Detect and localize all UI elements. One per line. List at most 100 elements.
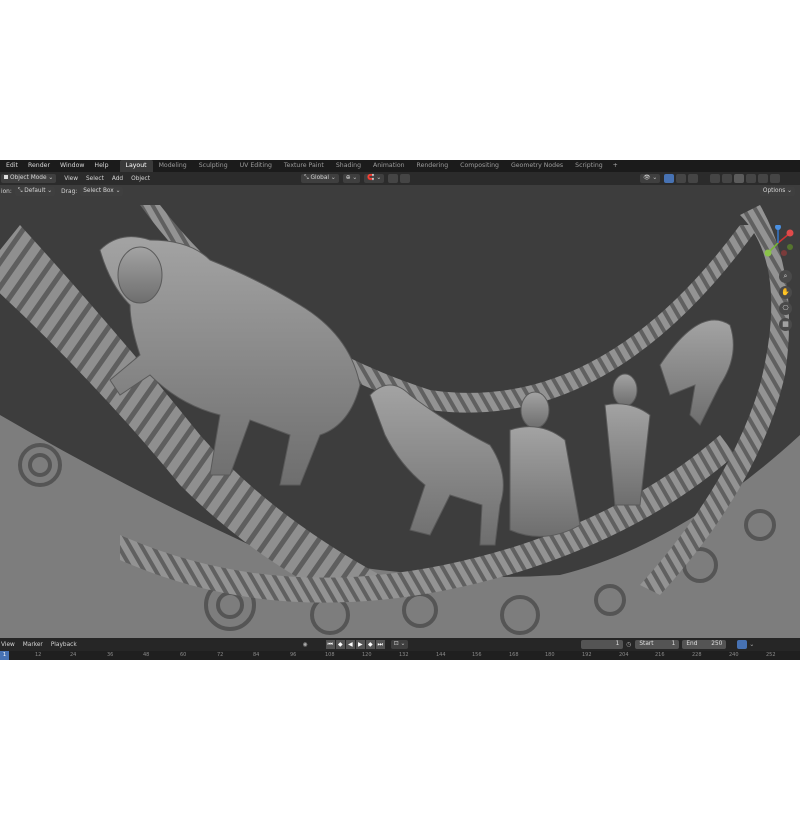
ruler-tick: 12 — [35, 652, 42, 658]
jump-start-icon[interactable]: ⏮ — [325, 640, 335, 649]
ruler-tick: 168 — [509, 652, 519, 658]
sync-chevron-icon[interactable]: ⌄ — [749, 642, 754, 648]
start-label: Start — [639, 641, 654, 647]
orientation-value: Default — [24, 188, 46, 194]
ruler-tick: 96 — [290, 652, 297, 658]
options-dropdown[interactable]: Options ⌄ — [759, 187, 795, 196]
snap-icon: 🧲 — [367, 175, 375, 181]
menu-object[interactable]: Object — [127, 176, 154, 182]
object-mode-icon — [4, 175, 8, 179]
prev-keyframe-icon[interactable]: ◆ — [335, 640, 345, 649]
menu-help[interactable]: Help — [89, 160, 113, 172]
snap-dropdown[interactable]: 🧲 ⌄ — [364, 174, 385, 183]
top-menu-bar: Edit Render Window Help Layout Modeling … — [0, 160, 800, 172]
wireframe-shading-button[interactable] — [722, 174, 733, 183]
tab-animation[interactable]: Animation — [367, 160, 411, 172]
play-reverse-icon[interactable]: ◀ — [345, 640, 355, 649]
transform-orientation-dropdown[interactable]: ⤡ Global ⌄ — [301, 174, 339, 183]
pivot-icon: ⊕ — [345, 175, 351, 181]
playhead[interactable]: 1 — [0, 651, 9, 660]
perspective-grid-icon[interactable]: ▦ — [779, 318, 792, 331]
y-axis-dot[interactable] — [764, 249, 772, 257]
ruler-tick: 108 — [325, 652, 335, 658]
navigation-gizmo[interactable] — [762, 225, 794, 261]
ruler-tick: 120 — [362, 652, 372, 658]
start-frame-field[interactable]: Start 1 — [635, 640, 680, 649]
start-value: 1 — [671, 641, 676, 647]
ruler-tick: 24 — [70, 652, 77, 658]
menu-select[interactable]: Select — [82, 176, 108, 182]
neg-y-axis-dot[interactable] — [787, 244, 793, 250]
keying-icon: ⊡ — [393, 641, 399, 647]
rendered-shading-button[interactable] — [758, 174, 769, 183]
solid-shading-button[interactable] — [734, 174, 745, 183]
tab-shading[interactable]: Shading — [330, 160, 367, 172]
tab-modeling[interactable]: Modeling — [153, 160, 193, 172]
material-shading-button[interactable] — [746, 174, 757, 183]
gizmo-toggle-button[interactable] — [664, 174, 675, 183]
sync-toggle[interactable] — [737, 640, 748, 649]
blender-window: Edit Render Window Help Layout Modeling … — [0, 160, 800, 660]
xray-toggle-button[interactable] — [710, 174, 721, 183]
ruler-tick: 132 — [399, 652, 409, 658]
mode-dropdown[interactable]: Object Mode ⌄ — [1, 174, 57, 183]
neg-x-axis-dot[interactable] — [781, 250, 787, 256]
tab-compositing[interactable]: Compositing — [454, 160, 505, 172]
pan-hand-icon[interactable]: ✋ — [779, 286, 792, 299]
zoom-icon[interactable]: ⌕ — [779, 270, 792, 283]
eye-icon: 👁 — [643, 175, 651, 181]
timeline-editor: View Marker Playback ◉ ⏮ ◆ ◀ ▶ ◆ ⏭ ⊡ ⌄ 1 ◷ St… — [0, 638, 800, 660]
timeline-header: View Marker Playback ◉ ⏮ ◆ ◀ ▶ ◆ ⏭ ⊡ ⌄ 1 ◷ St… — [0, 638, 800, 651]
menu-window[interactable]: Window — [55, 160, 89, 172]
ruler-tick: 228 — [692, 652, 702, 658]
tab-layout[interactable]: Layout — [119, 160, 153, 172]
end-frame-field[interactable]: End 250 — [682, 640, 727, 649]
ruler-tick: 240 — [729, 652, 739, 658]
camera-icon[interactable]: ⎔ — [779, 302, 792, 315]
workspace-tabs: Layout Modeling Sculpting UV Editing Tex… — [119, 160, 622, 172]
visibility-dropdown[interactable]: 👁 ⌄ — [640, 174, 661, 183]
shading-options-dropdown[interactable] — [770, 174, 781, 183]
pivot-point-dropdown[interactable]: ⊕ ⌄ — [342, 174, 361, 183]
orientation-prefix: ion: — [1, 188, 12, 195]
ruler-tick: 252 — [766, 652, 776, 658]
gizmo-dropdown[interactable] — [676, 174, 687, 183]
orientation-dropdown[interactable]: ⤡ Default ⌄ — [14, 187, 56, 196]
frame-ruler[interactable]: 1 12 24 36 48 60 72 84 96 108 120 132 14… — [0, 651, 800, 660]
play-icon[interactable]: ▶ — [355, 640, 365, 649]
overlay-toggle-button[interactable] — [688, 174, 699, 183]
ruler-tick: 156 — [472, 652, 482, 658]
current-frame-field[interactable]: 1 — [581, 640, 624, 649]
tab-uv-editing[interactable]: UV Editing — [234, 160, 278, 172]
timeline-menu-playback[interactable]: Playback — [47, 642, 81, 648]
tab-rendering[interactable]: Rendering — [411, 160, 455, 172]
end-value: 250 — [711, 641, 723, 647]
timeline-menu-view[interactable]: View — [0, 642, 19, 648]
3d-viewport[interactable]: ⌕ ✋ ⎔ ▦ — [0, 185, 800, 638]
tab-texture-paint[interactable]: Texture Paint — [278, 160, 330, 172]
tab-geometry-nodes[interactable]: Geometry Nodes — [505, 160, 569, 172]
record-icon[interactable]: ◉ — [303, 642, 308, 648]
ruler-tick: 60 — [180, 652, 187, 658]
x-axis-dot[interactable] — [786, 229, 794, 237]
z-axis-dot[interactable] — [775, 225, 781, 230]
sculpt-mesh-render — [0, 185, 800, 638]
tab-sculpting[interactable]: Sculpting — [193, 160, 234, 172]
clock-icon: ◷ — [626, 641, 632, 648]
proportional-edit-button[interactable] — [388, 174, 399, 183]
proportional-falloff-button[interactable] — [400, 174, 411, 183]
keying-dropdown[interactable]: ⊡ ⌄ — [390, 640, 409, 649]
ruler-tick: 192 — [582, 652, 592, 658]
menu-add[interactable]: Add — [108, 176, 127, 182]
menu-edit[interactable]: Edit — [0, 160, 23, 172]
ruler-tick: 204 — [619, 652, 629, 658]
menu-render[interactable]: Render — [23, 160, 55, 172]
drag-dropdown[interactable]: Select Box ⌄ — [80, 187, 124, 196]
ruler-tick: 36 — [107, 652, 114, 658]
jump-end-icon[interactable]: ⏭ — [375, 640, 385, 649]
next-keyframe-icon[interactable]: ◆ — [365, 640, 375, 649]
tab-scripting[interactable]: Scripting — [569, 160, 609, 172]
menu-view[interactable]: View — [60, 176, 82, 182]
timeline-menu-marker[interactable]: Marker — [19, 642, 47, 648]
add-workspace-button[interactable]: + — [609, 160, 622, 172]
